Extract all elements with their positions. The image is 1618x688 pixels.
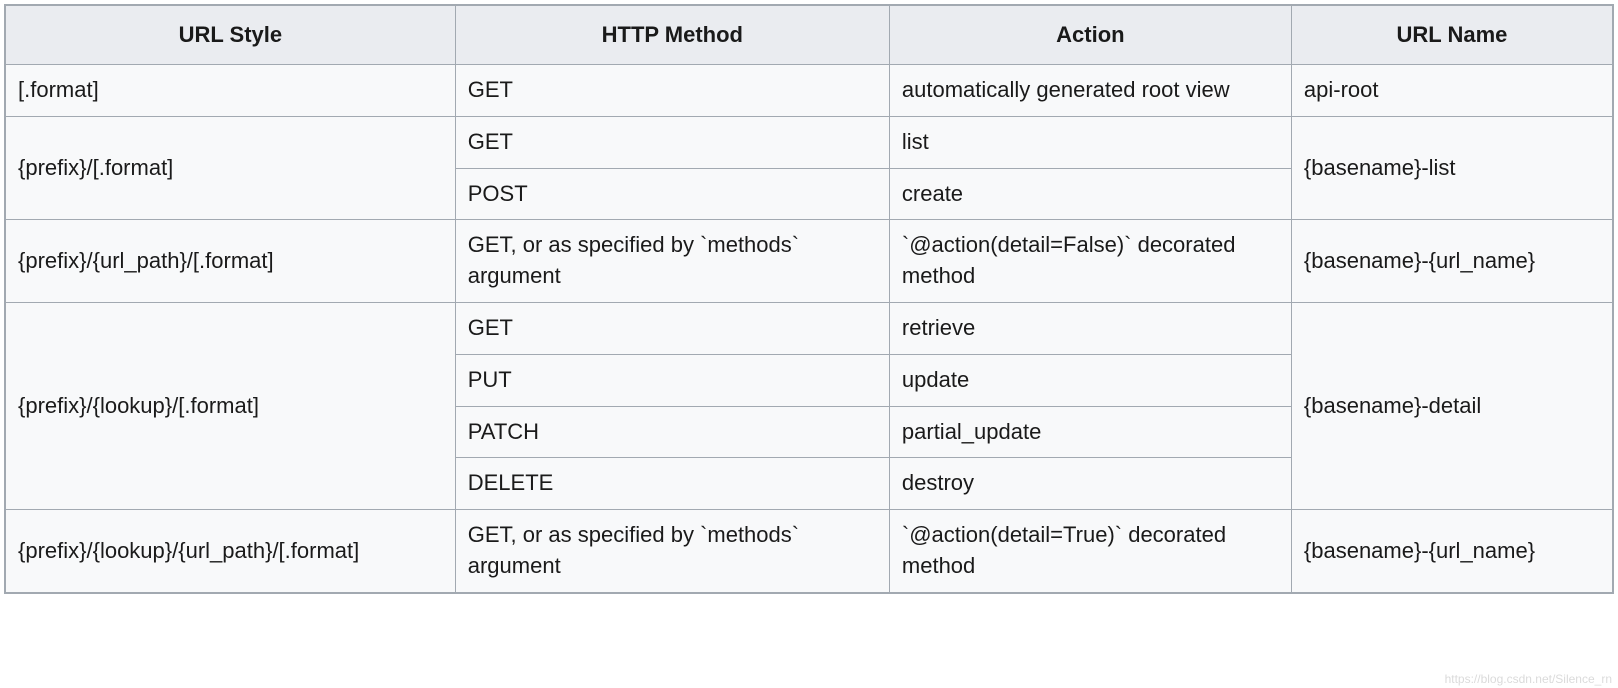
cell-url-style: {prefix}/{url_path}/[.format] [5,220,455,303]
cell-action: create [889,168,1291,220]
cell-http-method: GET [455,302,889,354]
cell-action: retrieve [889,302,1291,354]
cell-action: automatically generated root view [889,65,1291,117]
table-row: {prefix}/{url_path}/[.format] GET, or as… [5,220,1613,303]
cell-http-method: GET [455,65,889,117]
cell-http-method: POST [455,168,889,220]
cell-http-method: GET [455,116,889,168]
cell-http-method: DELETE [455,458,889,510]
cell-url-style: {prefix}/[.format] [5,116,455,220]
table-row: {prefix}/{lookup}/[.format] GET retrieve… [5,302,1613,354]
cell-url-style: [.format] [5,65,455,117]
cell-url-name: api-root [1291,65,1613,117]
table-header-row: URL Style HTTP Method Action URL Name [5,5,1613,65]
col-header-url-style: URL Style [5,5,455,65]
cell-url-name: {basename}-detail [1291,302,1613,509]
cell-url-style: {prefix}/{lookup}/{url_path}/[.format] [5,510,455,593]
cell-url-name: {basename}-{url_name} [1291,510,1613,593]
table-row: {prefix}/[.format] GET list {basename}-l… [5,116,1613,168]
cell-action: destroy [889,458,1291,510]
cell-http-method: GET, or as specified by `methods` argume… [455,510,889,593]
col-header-url-name: URL Name [1291,5,1613,65]
table-row: {prefix}/{lookup}/{url_path}/[.format] G… [5,510,1613,593]
watermark-text: https://blog.csdn.net/Silence_rn [1445,672,1612,686]
cell-http-method: PATCH [455,406,889,458]
col-header-http-method: HTTP Method [455,5,889,65]
cell-action: update [889,354,1291,406]
router-url-table: URL Style HTTP Method Action URL Name [.… [4,4,1614,594]
cell-action: partial_update [889,406,1291,458]
cell-http-method: GET, or as specified by `methods` argume… [455,220,889,303]
cell-action: list [889,116,1291,168]
cell-url-name: {basename}-list [1291,116,1613,220]
cell-http-method: PUT [455,354,889,406]
cell-action: `@action(detail=False)` decorated method [889,220,1291,303]
cell-url-style: {prefix}/{lookup}/[.format] [5,302,455,509]
cell-action: `@action(detail=True)` decorated method [889,510,1291,593]
cell-url-name: {basename}-{url_name} [1291,220,1613,303]
col-header-action: Action [889,5,1291,65]
table-row: [.format] GET automatically generated ro… [5,65,1613,117]
